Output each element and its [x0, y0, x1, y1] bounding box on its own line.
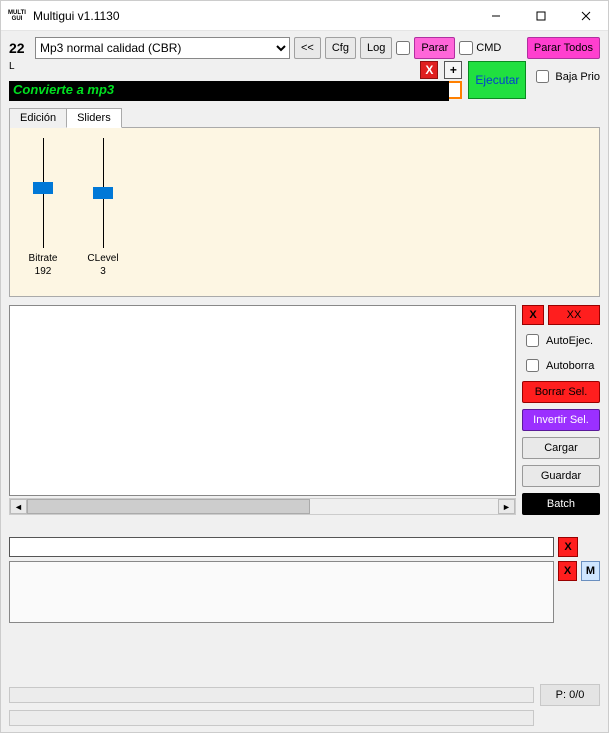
scroll-left-arrow[interactable]: ◄ [10, 499, 27, 514]
remove-all-button[interactable]: XX [548, 305, 600, 325]
remove-one-button[interactable]: X [522, 305, 544, 325]
counter-label: 22 [9, 40, 31, 56]
clevel-label: CLevel 3 [87, 252, 118, 278]
tab-edicion[interactable]: Edición [9, 108, 67, 128]
sliders-panel: Bitrate 192 CLevel 3 [9, 127, 600, 297]
scroll-right-arrow[interactable]: ► [498, 499, 515, 514]
file-list[interactable] [9, 305, 516, 496]
minimize-button[interactable] [473, 1, 518, 31]
autoborra-checkbox[interactable] [526, 359, 539, 372]
clevel-slider[interactable] [93, 138, 113, 248]
tab-sliders[interactable]: Sliders [66, 108, 122, 128]
mode-letter: L [9, 61, 31, 72]
app-icon: MULTI GUI [7, 6, 27, 26]
bitrate-label: Bitrate 192 [29, 252, 58, 278]
horizontal-scrollbar[interactable]: ◄ ► [9, 498, 516, 515]
window-title: Multigui v1.1130 [33, 9, 120, 23]
titlebar: MULTI GUI Multigui v1.1130 [1, 1, 608, 31]
bitrate-slider[interactable] [33, 138, 53, 248]
invertir-sel-button[interactable]: Invertir Sel. [522, 409, 600, 431]
autoejec-checkbox[interactable] [526, 334, 539, 347]
clear-output-button[interactable]: X [558, 561, 577, 581]
close-button[interactable] [563, 1, 608, 31]
autoborra-label: Autoborra [546, 360, 594, 372]
output-textarea[interactable] [9, 561, 554, 623]
m-button[interactable]: M [581, 561, 600, 581]
prev-button[interactable]: << [294, 37, 321, 59]
status-banner: Convierte a mp3 [9, 81, 449, 101]
batch-button[interactable]: Batch [522, 493, 600, 515]
ejecutar-button[interactable]: Ejecutar [468, 61, 526, 99]
delete-sq-button[interactable]: X [420, 61, 438, 79]
add-sq-button[interactable]: + [444, 61, 462, 79]
cmd-checkbox[interactable] [459, 41, 473, 55]
cmd-label: CMD [476, 42, 501, 54]
autoejec-label: AutoEjec. [546, 335, 593, 347]
cargar-button[interactable]: Cargar [522, 437, 600, 459]
cfg-button[interactable]: Cfg [325, 37, 356, 59]
baja-prio-checkbox[interactable] [536, 70, 549, 83]
borrar-sel-button[interactable]: Borrar Sel. [522, 381, 600, 403]
guardar-button[interactable]: Guardar [522, 465, 600, 487]
profile-select[interactable]: Mp3 normal calidad (CBR) [35, 37, 290, 59]
progress-bar-1 [9, 687, 534, 703]
clear-path-1-button[interactable]: X [558, 537, 578, 557]
baja-prio-label: Baja Prio [555, 71, 600, 83]
progress-bar-2 [9, 710, 534, 726]
parar-todos-button[interactable]: Parar Todos [527, 37, 600, 59]
log-button[interactable]: Log [360, 37, 392, 59]
maximize-button[interactable] [518, 1, 563, 31]
path-input-1[interactable] [9, 537, 554, 557]
progress-counter: P: 0/0 [540, 684, 600, 706]
parar-button[interactable]: Parar [414, 37, 455, 59]
log-checkbox[interactable] [396, 41, 410, 55]
